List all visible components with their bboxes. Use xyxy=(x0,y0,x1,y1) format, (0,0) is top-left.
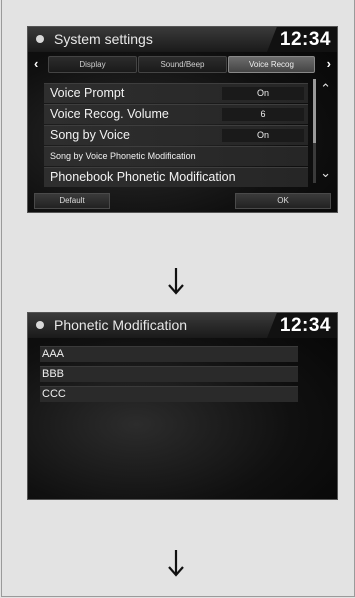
clock: 12:34 xyxy=(279,29,331,50)
system-settings-screen: System settings 12:34 ‹ Display Sound/Be… xyxy=(27,26,338,213)
scroll-down-icon[interactable]: ⌄ xyxy=(320,165,331,181)
down-arrow-icon xyxy=(168,268,184,295)
setting-row-voice-recog-volume[interactable]: Voice Recog. Volume 6 xyxy=(44,104,308,124)
scroll-up-icon[interactable]: ⌃ xyxy=(320,81,331,97)
title-bar: Phonetic Modification 12:34 xyxy=(28,313,337,338)
title-bar: System settings 12:34 xyxy=(28,27,337,52)
settings-tab-bar: ‹ Display Sound/Beep Voice Recog › xyxy=(28,55,337,73)
setting-row-song-by-voice[interactable]: Song by Voice On xyxy=(44,125,308,145)
tab-display[interactable]: Display xyxy=(48,56,137,73)
list-item-label: AAA xyxy=(42,348,65,360)
setting-value: On xyxy=(222,87,304,100)
setting-value: 6 xyxy=(222,108,304,121)
default-button[interactable]: Default xyxy=(34,193,110,209)
setting-label: Voice Prompt xyxy=(50,86,125,100)
setting-row-voice-prompt[interactable]: Voice Prompt On xyxy=(44,83,308,103)
setting-value: On xyxy=(222,129,304,142)
scrollbar-thumb[interactable] xyxy=(313,79,316,143)
setting-label: Voice Recog. Volume xyxy=(50,107,169,121)
tab-sound-beep[interactable]: Sound/Beep xyxy=(138,56,227,73)
screen-title: System settings xyxy=(54,31,153,47)
list-item[interactable]: AAA xyxy=(40,346,298,362)
clock-area: 12:34 xyxy=(267,27,337,52)
setting-row-song-phonetic-modification[interactable]: Song by Voice Phonetic Modification xyxy=(44,146,308,166)
down-arrow-icon xyxy=(168,550,184,577)
setting-row-phonebook-phonetic-modification[interactable]: Phonebook Phonetic Modification xyxy=(44,167,308,187)
setting-label: Song by Voice Phonetic Modification xyxy=(50,151,196,161)
clock: 12:34 xyxy=(279,315,331,336)
list-item-label: BBB xyxy=(42,368,65,380)
phonetic-modification-screen: Phonetic Modification 12:34 AAA BBB CCC xyxy=(27,312,338,500)
menu-dot-icon xyxy=(36,321,44,329)
tab-voice-recog[interactable]: Voice Recog xyxy=(228,56,315,73)
list-item[interactable]: BBB xyxy=(40,366,298,382)
list-item[interactable]: CCC xyxy=(40,386,298,402)
screen-title: Phonetic Modification xyxy=(54,317,188,333)
menu-dot-icon xyxy=(36,35,44,43)
tab-next-arrow-icon[interactable]: › xyxy=(327,55,331,73)
list-item-label: CCC xyxy=(42,388,66,400)
ok-button[interactable]: OK xyxy=(235,193,331,209)
tab-prev-arrow-icon[interactable]: ‹ xyxy=(34,55,38,73)
setting-label: Song by Voice xyxy=(50,128,130,142)
setting-label: Phonebook Phonetic Modification xyxy=(50,170,236,184)
clock-area: 12:34 xyxy=(267,313,337,338)
